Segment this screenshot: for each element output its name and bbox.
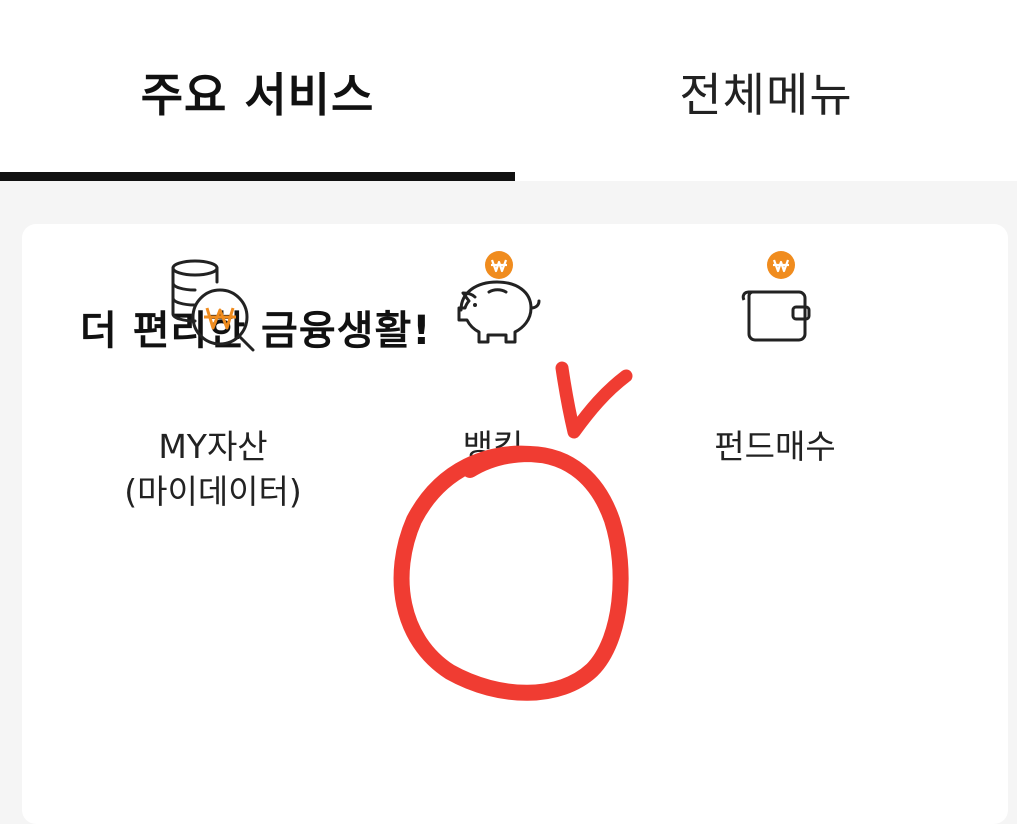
service-fund-purchase[interactable]: 펀드매수: [645, 250, 905, 469]
service-banking[interactable]: 뱅킹: [363, 250, 623, 469]
database-won-search-icon: [171, 259, 255, 352]
wallet-icon: [741, 251, 811, 342]
piggy-bank-icon: [457, 251, 541, 344]
active-tab-indicator: [0, 172, 515, 181]
service-banking-label: 뱅킹: [462, 427, 524, 466]
service-fund-purchase-label: 펀드매수: [714, 427, 836, 466]
tab-main-services-label: 주요 서비스: [140, 68, 375, 122]
tab-main-services[interactable]: 주요 서비스: [0, 0, 515, 181]
tab-all-menu-label: 전체메뉴: [679, 68, 853, 122]
service-my-asset-label: MY자산: [158, 427, 268, 466]
service-my-asset-sublabel: (마이데이터): [124, 472, 302, 511]
tab-all-menu[interactable]: 전체메뉴: [515, 0, 1017, 181]
service-my-asset[interactable]: MY자산 (마이데이터): [83, 250, 343, 514]
tab-bar: 주요 서비스 전체메뉴: [0, 0, 1017, 181]
